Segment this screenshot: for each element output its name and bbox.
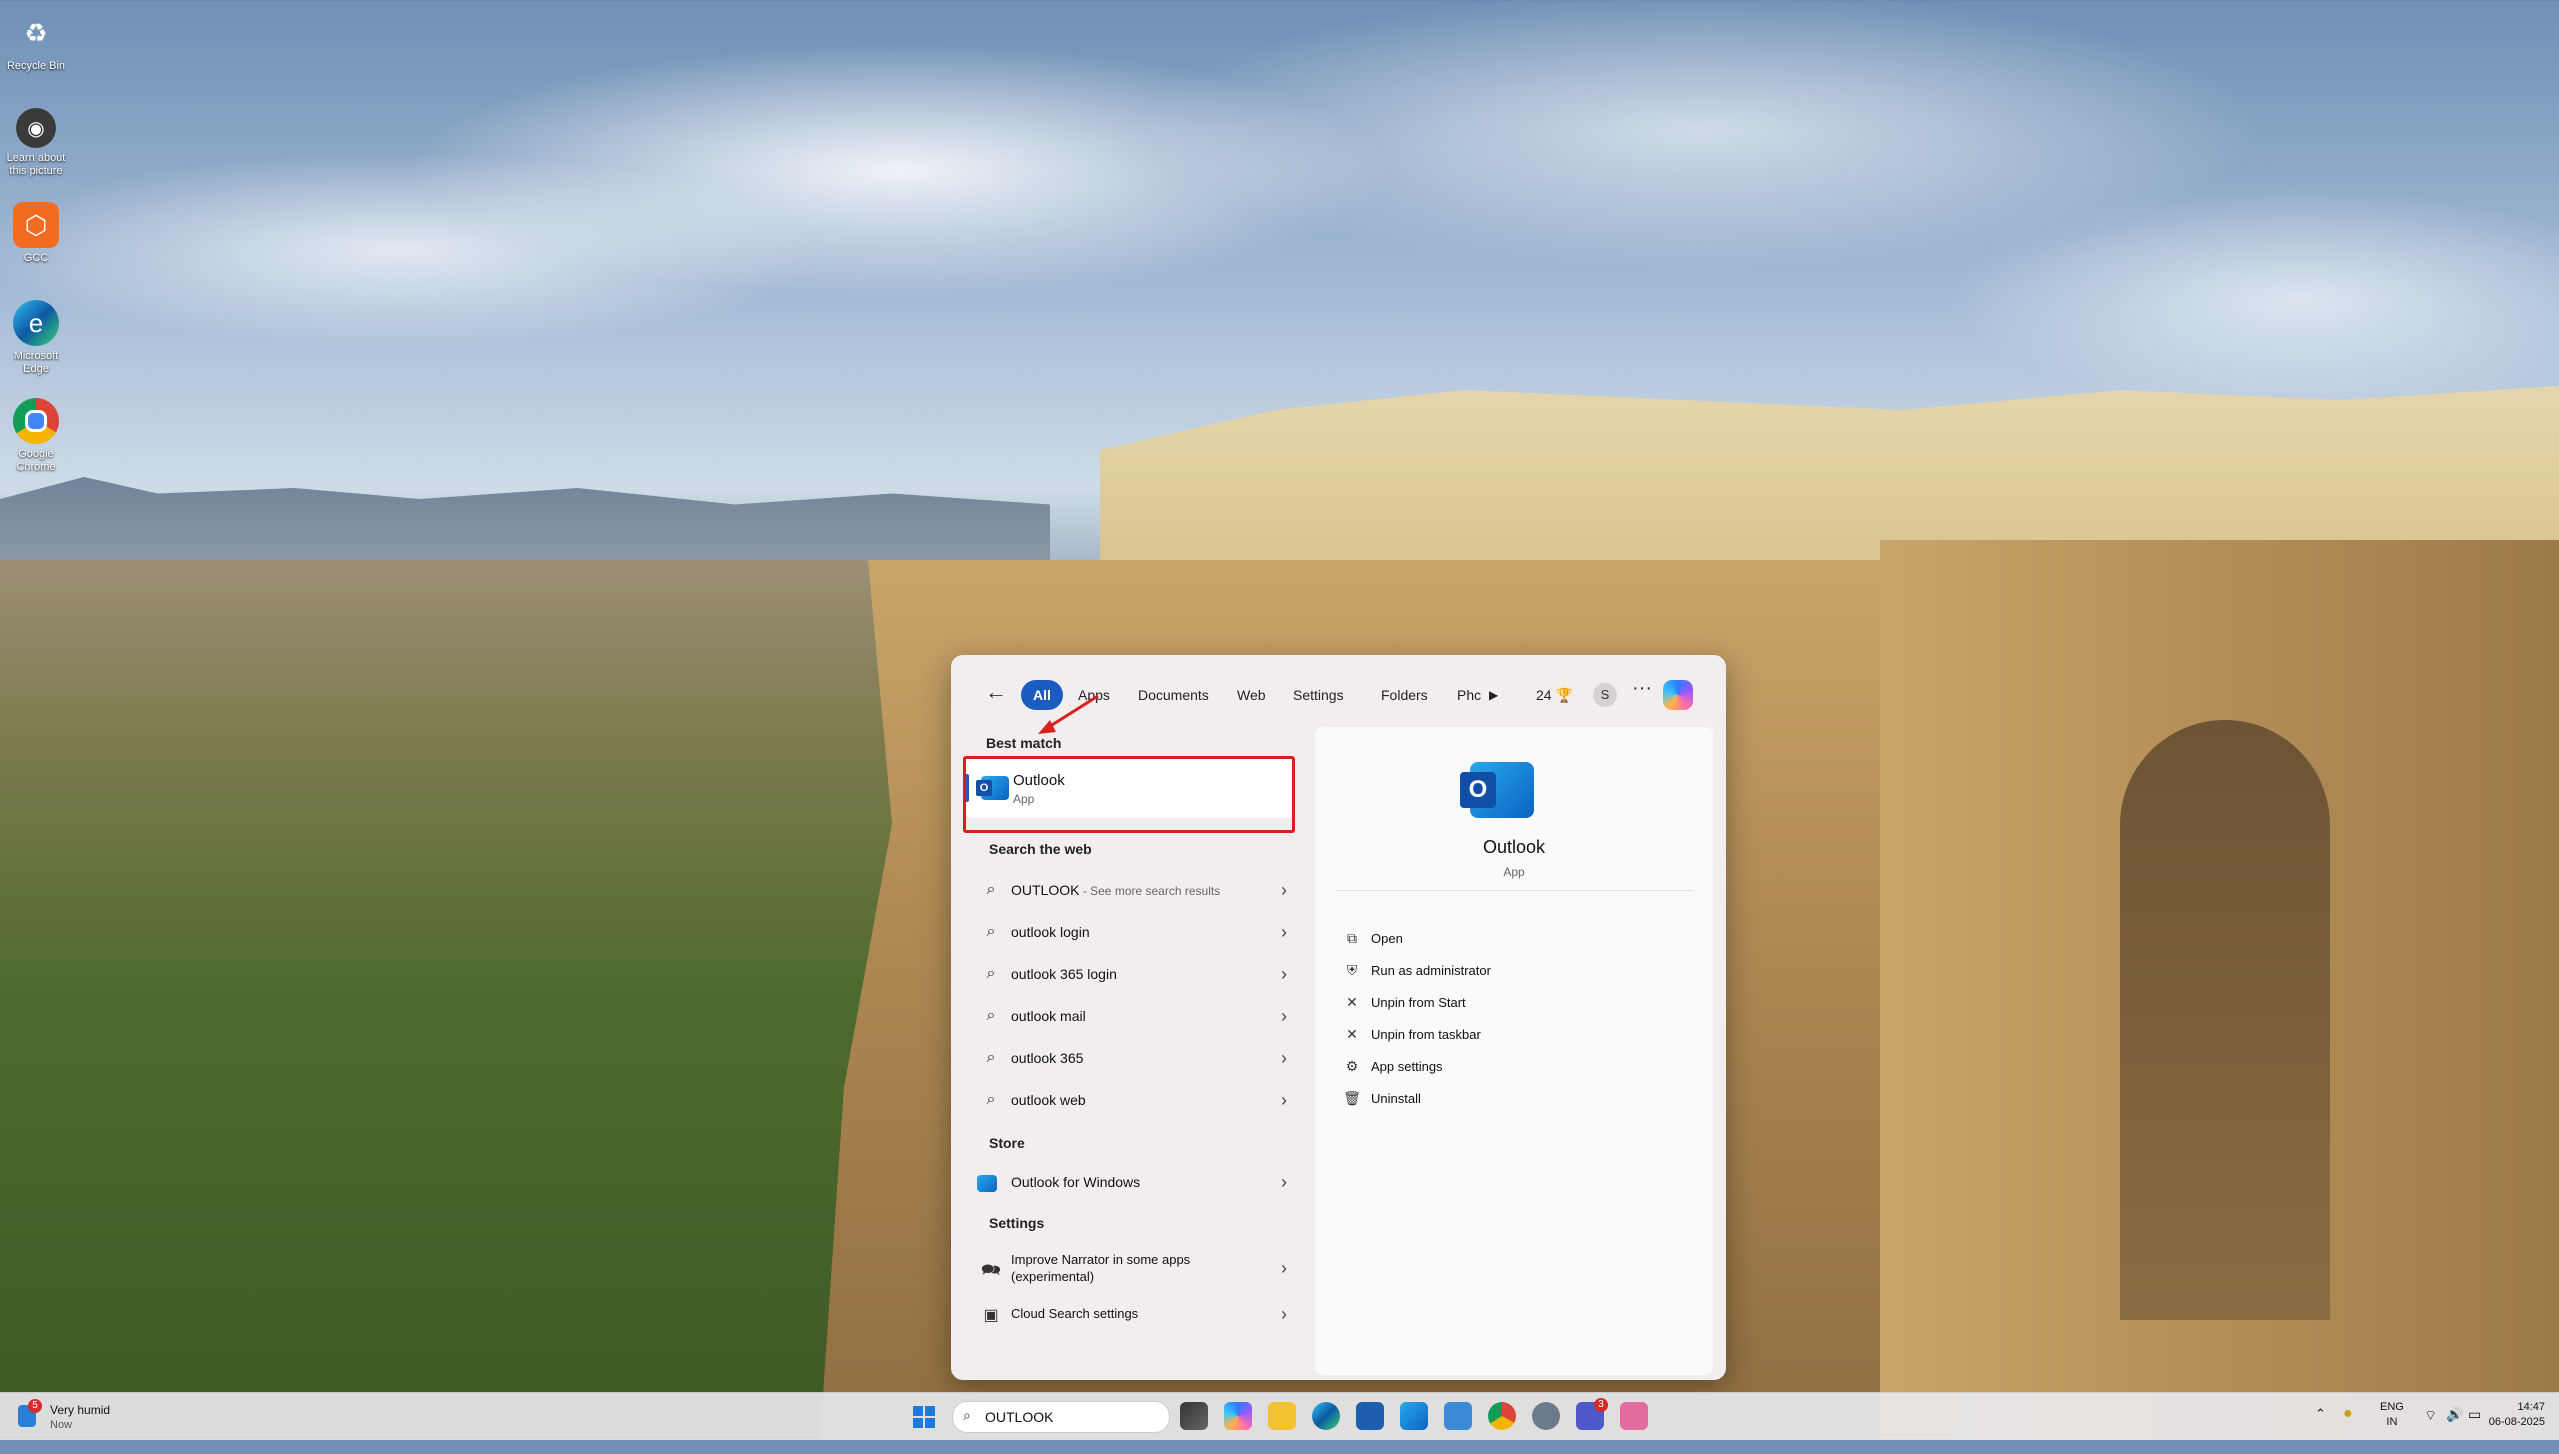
preview-title: Outlook <box>1482 837 1546 857</box>
taskbar-search-input[interactable]: OUTLOOK <box>985 1409 1053 1425</box>
copilot-icon[interactable] <box>1663 680 1693 710</box>
trophy-icon: 🏆 <box>1555 687 1573 703</box>
search-icon: ⌕ <box>963 1407 971 1423</box>
web-result-outlook-web[interactable]: ⌕ outlook web › <box>971 1081 1301 1121</box>
notification-badge: 5 <box>28 1399 42 1413</box>
outlook-large-icon: O <box>1460 762 1534 818</box>
edge-icon: e <box>13 300 59 346</box>
settings-icon[interactable] <box>1532 1402 1560 1430</box>
edge-taskbar-icon[interactable] <box>1312 1402 1340 1430</box>
copilot-taskbar-icon[interactable] <box>1224 1402 1252 1430</box>
shield-icon: ⛨ <box>1346 962 1358 978</box>
web-result-outlook-mail[interactable]: ⌕ outlook mail › <box>971 997 1301 1037</box>
annotation-highlight-box <box>963 756 1295 833</box>
snipping-tool-icon[interactable] <box>1620 1402 1648 1430</box>
action-open[interactable]: ⧉ Open <box>1335 925 1685 953</box>
unpin-icon: ✕ <box>1346 1026 1358 1042</box>
outlook-taskbar-icon[interactable] <box>1400 1402 1428 1430</box>
notepad-icon[interactable] <box>1444 1402 1472 1430</box>
trash-icon: 🗑 <box>1343 1090 1361 1106</box>
outlook-icon <box>977 1175 997 1192</box>
desktop-icon-chrome[interactable]: Google Chrome <box>0 398 72 474</box>
web-result-outlook-login[interactable]: ⌕ outlook login › <box>971 913 1301 953</box>
web-result-outlook[interactable]: ⌕ OUTLOOK - See more search results › <box>971 871 1301 911</box>
action-run-as-admin[interactable]: ⛨ Run as administrator <box>1335 957 1685 985</box>
settings-result-cloud-search[interactable]: ▣ Cloud Search settings › <box>971 1295 1301 1335</box>
store-result-outlook-for-windows[interactable]: Outlook for Windows › <box>971 1163 1301 1203</box>
filter-folders[interactable]: Folders <box>1369 680 1440 710</box>
more-options-icon[interactable]: ··· <box>1632 677 1652 700</box>
search-icon: ⌕ <box>986 1049 996 1066</box>
settings-heading: Settings <box>989 1215 1045 1231</box>
rewards-points[interactable]: 24 🏆 <box>1536 680 1573 710</box>
file-explorer-icon[interactable] <box>1268 1402 1296 1430</box>
cloud-search-icon: ▣ <box>983 1307 999 1324</box>
store-heading: Store <box>989 1135 1025 1151</box>
action-app-settings[interactable]: ⚙ App settings <box>1335 1053 1685 1081</box>
desktop-icon-recycle-bin[interactable]: ♻ Recycle Bin <box>0 10 72 73</box>
search-web-heading: Search the web <box>989 841 1092 857</box>
taskbar: 5 Very humid Now ⌕ OUTLOOK 3 ⌃ ● ENG IN … <box>0 1392 2559 1440</box>
search-icon: ⌕ <box>986 1007 996 1024</box>
settings-result-narrator[interactable]: 🗪 Improve Narrator in some apps (experim… <box>971 1243 1301 1295</box>
gear-icon: ⚙ <box>1345 1058 1359 1074</box>
chrome-icon <box>13 398 59 444</box>
search-icon: ⌕ <box>986 1091 996 1108</box>
open-external-icon: ⧉ <box>1347 930 1357 946</box>
chevron-right-icon: › <box>1281 964 1287 984</box>
desktop-icon-gcc[interactable]: ⬡ GCC <box>0 202 72 265</box>
action-uninstall[interactable]: 🗑 Uninstall <box>1335 1085 1685 1113</box>
chevron-right-icon: › <box>1281 880 1287 900</box>
filter-documents[interactable]: Documents <box>1126 680 1221 710</box>
recycle-bin-icon: ♻ <box>24 17 48 48</box>
divider <box>1335 890 1693 891</box>
web-result-outlook-365[interactable]: ⌕ outlook 365 › <box>971 1039 1301 1079</box>
start-button[interactable] <box>913 1406 935 1428</box>
gcc-icon: ⬡ <box>13 202 59 248</box>
search-icon: ⌕ <box>986 881 996 898</box>
store-icon[interactable] <box>1356 1402 1384 1430</box>
system-clock[interactable]: 14:47 06-08-2025 <box>2489 1400 2545 1430</box>
battery-icon[interactable]: ▭ <box>2468 1406 2481 1453</box>
desktop-icon-learn-picture[interactable]: ◉ Learn about this picture <box>0 108 72 178</box>
back-arrow-icon[interactable]: ← <box>985 679 1007 705</box>
camera-icon: ◉ <box>16 108 56 148</box>
desktop-icon-edge[interactable]: e Microsoft Edge <box>0 300 72 376</box>
preview-pane: O Outlook App ⧉ Open ⛨ Run as administra… <box>1315 727 1713 1375</box>
chevron-right-icon: › <box>1281 1258 1287 1278</box>
update-icon[interactable]: ● <box>2343 1405 2353 1452</box>
user-avatar[interactable]: S <box>1593 683 1617 707</box>
annotation-arrow-icon <box>1038 694 1099 734</box>
teams-badge: 3 <box>1594 1398 1608 1412</box>
wifi-icon[interactable]: ⌔ <box>2424 1407 2437 1454</box>
preview-subtitle: App <box>1503 865 1525 879</box>
chevron-right-icon: › <box>1281 922 1287 942</box>
teams-icon[interactable]: 3 <box>1576 1398 1608 1430</box>
web-result-outlook-365-login[interactable]: ⌕ outlook 365 login › <box>971 955 1301 995</box>
taskbar-search-box[interactable]: ⌕ OUTLOOK <box>952 1401 1170 1433</box>
language-indicator[interactable]: ENG IN <box>2380 1400 2404 1430</box>
filter-scroll-right-icon[interactable]: ▶ <box>1477 680 1510 710</box>
chevron-right-icon: › <box>1281 1172 1287 1192</box>
show-hidden-icons-chevron-icon[interactable]: ⌃ <box>2315 1406 2326 1453</box>
chevron-right-icon: › <box>1281 1006 1287 1026</box>
volume-icon[interactable]: 🔊 <box>2446 1406 2463 1453</box>
action-unpin-start[interactable]: ✕ Unpin from Start <box>1335 989 1685 1017</box>
chrome-taskbar-icon[interactable] <box>1488 1402 1516 1430</box>
search-icon: ⌕ <box>986 965 996 982</box>
chevron-right-icon: › <box>1281 1090 1287 1110</box>
chevron-right-icon: › <box>1281 1304 1287 1324</box>
search-icon: ⌕ <box>986 923 996 940</box>
task-view-icon[interactable] <box>1180 1402 1208 1430</box>
chevron-right-icon: › <box>1281 1048 1287 1068</box>
filter-settings[interactable]: Settings <box>1281 680 1356 710</box>
wallpaper-bridge-arch <box>2120 720 2330 1320</box>
action-unpin-taskbar[interactable]: ✕ Unpin from taskbar <box>1335 1021 1685 1049</box>
unpin-icon: ✕ <box>1346 994 1358 1010</box>
filter-web[interactable]: Web <box>1225 680 1278 710</box>
narrator-icon: 🗪 <box>981 1262 1001 1279</box>
